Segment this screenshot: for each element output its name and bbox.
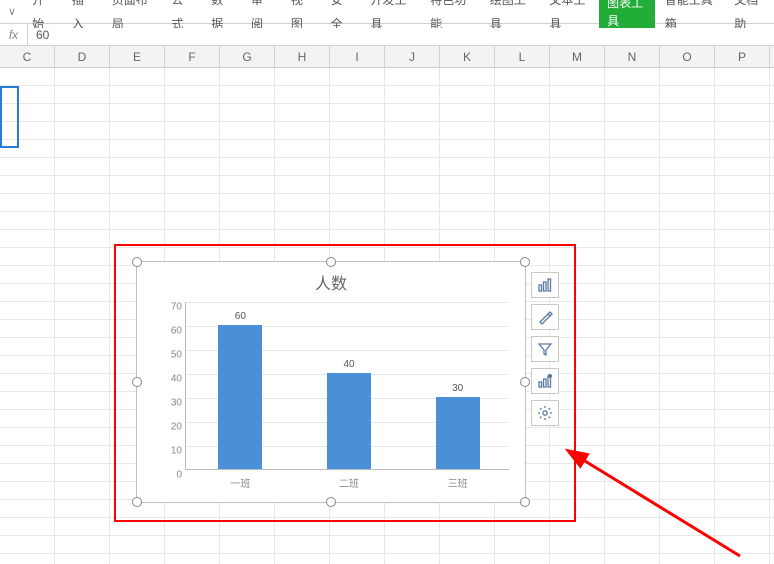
ribbon-tabs: ∨ 开始 插入 页面布局 公式 数据 审阅 视图 安全 开发工具 特色功能 绘图… [0, 0, 774, 24]
col-header-G[interactable]: G [220, 46, 275, 67]
col-header-N[interactable]: N [605, 46, 660, 67]
y-tick-label: 60 [158, 326, 182, 337]
y-tick-label: 10 [158, 446, 182, 457]
resize-handle-nw[interactable] [132, 257, 142, 267]
table-row[interactable] [0, 230, 774, 248]
data-label: 60 [218, 311, 262, 322]
col-header-P[interactable]: P [715, 46, 770, 67]
table-row[interactable] [0, 554, 774, 564]
col-header-F[interactable]: F [165, 46, 220, 67]
chart-side-tools [531, 272, 559, 426]
ribbon-chevron[interactable]: ∨ [2, 5, 22, 18]
table-row[interactable] [0, 536, 774, 554]
table-row[interactable] [0, 122, 774, 140]
bar-三班[interactable]: 30 [436, 397, 480, 469]
table-row[interactable] [0, 104, 774, 122]
resize-handle-w[interactable] [132, 377, 142, 387]
table-row[interactable] [0, 176, 774, 194]
bar-一班[interactable]: 60 [218, 325, 262, 469]
table-row[interactable] [0, 68, 774, 86]
resize-handle-sw[interactable] [132, 497, 142, 507]
col-header-K[interactable]: K [440, 46, 495, 67]
col-header-I[interactable]: I [330, 46, 385, 67]
column-headers: CDEFGHIJKLMNOP [0, 46, 774, 68]
resize-handle-s[interactable] [326, 497, 336, 507]
y-tick-label: 20 [158, 422, 182, 433]
table-row[interactable] [0, 212, 774, 230]
x-tick-label: 一班 [210, 475, 270, 490]
col-header-M[interactable]: M [550, 46, 605, 67]
formula-input[interactable] [28, 28, 774, 42]
col-header-J[interactable]: J [385, 46, 440, 67]
gridline [186, 302, 509, 303]
table-row[interactable] [0, 140, 774, 158]
col-header-C[interactable]: C [0, 46, 55, 67]
brush-icon[interactable] [531, 304, 559, 330]
col-header-E[interactable]: E [110, 46, 165, 67]
resize-handle-n[interactable] [326, 257, 336, 267]
col-header-D[interactable]: D [55, 46, 110, 67]
resize-handle-se[interactable] [520, 497, 530, 507]
data-label: 40 [327, 359, 371, 370]
table-row[interactable] [0, 194, 774, 212]
table-row[interactable] [0, 518, 774, 536]
chart-title[interactable]: 人数 [137, 262, 525, 298]
tab-chart-tools[interactable]: 图表工具 [599, 0, 655, 31]
chart-elements-icon[interactable] [531, 272, 559, 298]
col-header-L[interactable]: L [495, 46, 550, 67]
table-row[interactable] [0, 158, 774, 176]
y-tick-label: 0 [158, 470, 182, 481]
spreadsheet-grid[interactable]: CDEFGHIJKLMNOP 人数 0 10 20 30 40 50 60 70 60 一班 40 二… [0, 46, 774, 564]
col-header-H[interactable]: H [275, 46, 330, 67]
chart-type-icon[interactable] [531, 368, 559, 394]
gear-icon[interactable] [531, 400, 559, 426]
x-tick-label: 三班 [428, 475, 488, 490]
filter-icon[interactable] [531, 336, 559, 362]
y-tick-label: 70 [158, 302, 182, 313]
col-header-O[interactable]: O [660, 46, 715, 67]
y-tick-label: 40 [158, 374, 182, 385]
chart-plot-area[interactable]: 01020304050607060一班40二班30三班 [185, 302, 509, 470]
y-tick-label: 50 [158, 350, 182, 361]
formula-bar: fx [0, 24, 774, 46]
table-row[interactable] [0, 86, 774, 104]
y-tick-label: 30 [158, 398, 182, 409]
resize-handle-ne[interactable] [520, 257, 530, 267]
chart-object[interactable]: 人数 0 10 20 30 40 50 60 70 60 一班 40 二班 30 三班 [136, 261, 526, 503]
bar-二班[interactable]: 40 [327, 373, 371, 469]
fx-label[interactable]: fx [0, 24, 28, 46]
data-label: 30 [436, 383, 480, 394]
x-tick-label: 二班 [319, 475, 379, 490]
resize-handle-e[interactable] [520, 377, 530, 387]
